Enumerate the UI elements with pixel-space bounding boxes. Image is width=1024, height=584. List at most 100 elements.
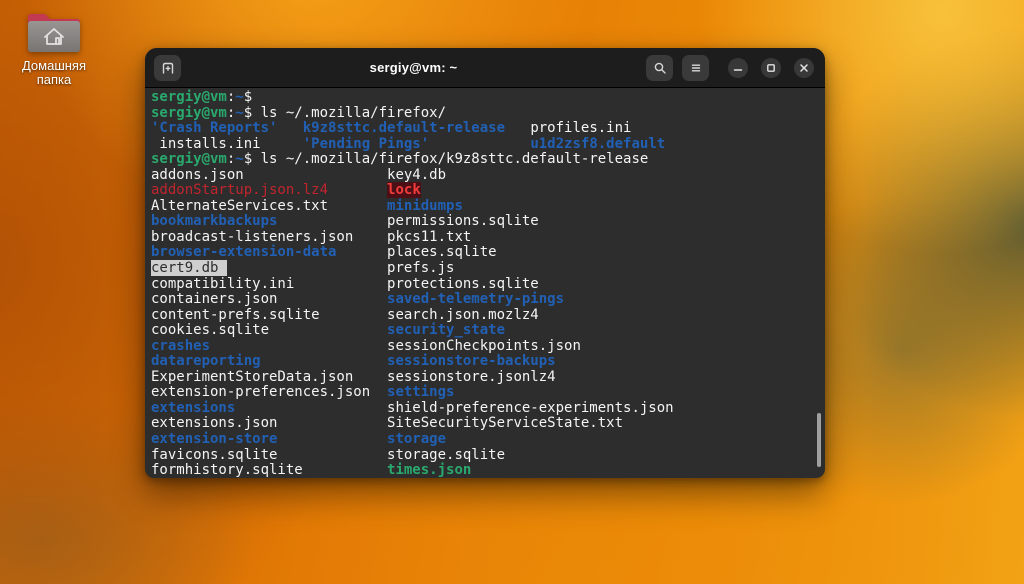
terminal-text-segment: containers.json [151,291,277,307]
window-controls [728,58,814,78]
terminal-line: formhistory.sqlite times.json [151,463,825,477]
terminal-line: extensions shield-preference-experiments… [151,401,825,417]
terminal-text-segment: extensions [151,400,235,416]
terminal-line: extensions.json SiteSecurityServiceState… [151,416,825,432]
terminal-text-segment: profiles.ini [530,120,631,136]
terminal-line: addons.json key4.db [151,168,825,184]
terminal-text-segment: key4.db [387,167,446,183]
terminal-line: addonStartup.json.lz4 lock [151,183,825,199]
terminal-pad [210,338,387,354]
terminal-pad [320,307,387,323]
terminal-text-segment: ~ [235,89,243,105]
terminal-text-segment: $ ls ~/.mozilla/firefox/ [244,105,446,121]
minimize-button[interactable] [728,58,748,78]
terminal-pad [277,291,387,307]
terminal-pad [277,120,302,136]
terminal-window: sergiy@vm: ~ [145,48,825,478]
terminal-line: datareporting sessionstore-backups [151,354,825,370]
terminal-line: favicons.sqlite storage.sqlite [151,448,825,464]
terminal-pad [261,353,387,369]
terminal-text-segment: cookies.sqlite [151,322,269,338]
terminal-line: installs.ini 'Pending Pings' u1d2zsf8.de… [151,137,825,153]
terminal-text-segment: cert9.db [151,260,227,276]
terminal-pad [235,400,387,416]
terminal-line: AlternateServices.txt minidumps [151,199,825,215]
search-icon [653,61,667,75]
terminal-text-segment: datareporting [151,353,261,369]
terminal-text-segment: sergiy@vm [151,89,227,105]
terminal-text-segment: shield-preference-experiments.json [387,400,674,416]
terminal-pad [336,244,387,260]
window-title: sergiy@vm: ~ [181,60,646,75]
menu-button[interactable] [682,55,709,81]
terminal-text-segment: AlternateServices.txt [151,198,328,214]
terminal-line: crashes sessionCheckpoints.json [151,339,825,355]
terminal-pad [429,136,530,152]
terminal-text-segment: storage [387,431,446,447]
maximize-button[interactable] [761,58,781,78]
home-folder-icon [25,8,83,56]
terminal-text-segment: broadcast-listeners.json [151,229,353,245]
terminal-text-segment: security_state [387,322,505,338]
terminal-text-segment: permissions.sqlite [387,213,539,229]
terminal-text-segment: sessionstore.jsonlz4 [387,369,556,385]
terminal-text-segment: extension-store [151,431,277,447]
terminal-text-segment: SiteSecurityServiceState.txt [387,415,623,431]
home-folder-shortcut[interactable]: Домашняя папка [12,8,96,88]
terminal-pad [277,415,387,431]
terminal-text-segment: addonStartup.json.lz4 [151,182,328,198]
terminal-pad [244,167,387,183]
terminal-text-segment: sergiy@vm [151,105,227,121]
terminal-text-segment: sessionstore-backups [387,353,556,369]
terminal-text-segment: lock [387,182,421,198]
terminal-text-segment: formhistory.sqlite [151,462,303,477]
terminal-text-segment: favicons.sqlite [151,447,277,463]
terminal-text-segment: pkcs11.txt [387,229,471,245]
terminal-text-segment: browser-extension-data [151,244,336,260]
terminal-line: content-prefs.sqlite search.json.mozlz4 [151,308,825,324]
terminal-line: broadcast-listeners.json pkcs11.txt [151,230,825,246]
terminal-text-segment: content-prefs.sqlite [151,307,320,323]
desktop-wallpaper: { "desktop": { "home_icon_label": "Домаш… [0,0,1024,584]
hamburger-menu-icon [689,61,703,75]
terminal-pad [294,276,387,292]
terminal-text-segment: ExperimentStoreData.json [151,369,353,385]
terminal-line: 'Crash Reports' k9z8sttc.default-release… [151,121,825,137]
terminal-text-segment: compatibility.ini [151,276,294,292]
new-tab-button[interactable] [154,55,181,81]
terminal-line: sergiy@vm:~$ [151,90,825,106]
terminal-pad [328,198,387,214]
terminal-output[interactable]: sergiy@vm:~$sergiy@vm:~$ ls ~/.mozilla/f… [145,88,825,477]
home-folder-label: Домашняя папка [12,59,96,88]
terminal-pad [277,213,387,229]
terminal-line: ExperimentStoreData.json sessionstore.js… [151,370,825,386]
folder-icon [25,8,83,56]
close-button[interactable] [794,58,814,78]
terminal-text-segment: sessionCheckpoints.json [387,338,581,354]
terminal-pad [261,136,303,152]
terminal-pad [303,462,387,477]
terminal-line: compatibility.ini protections.sqlite [151,277,825,293]
terminal-line: sergiy@vm:~$ ls ~/.mozilla/firefox/ [151,106,825,122]
terminal-line: bookmarkbackups permissions.sqlite [151,214,825,230]
terminal-text-segment: bookmarkbackups [151,213,277,229]
terminal-line: browser-extension-data places.sqlite [151,245,825,261]
terminal-pad [370,384,387,400]
search-button[interactable] [646,55,673,81]
terminal-text-segment: crashes [151,338,210,354]
terminal-text-segment: search.json.mozlz4 [387,307,539,323]
terminal-pad [353,229,387,245]
scrollbar-thumb[interactable] [817,413,821,467]
terminal-text-segment: installs.ini [151,136,261,152]
terminal-text-segment: addons.json [151,167,244,183]
terminal-text-segment: places.sqlite [387,244,497,260]
terminal-line: extension-store storage [151,432,825,448]
terminal-text-segment: extension-preferences.json [151,384,370,400]
terminal-headerbar[interactable]: sergiy@vm: ~ [145,48,825,88]
terminal-pad [227,260,387,276]
terminal-line: extension-preferences.json settings [151,385,825,401]
terminal-pad [277,431,387,447]
terminal-line: sergiy@vm:~$ ls ~/.mozilla/firefox/k9z8s… [151,152,825,168]
terminal-text-segment: $ ls ~/.mozilla/firefox/k9z8sttc.default… [244,151,649,167]
terminal-pad [505,120,530,136]
